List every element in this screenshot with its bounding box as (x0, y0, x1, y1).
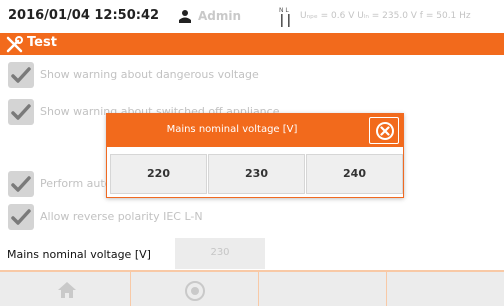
mains-voltage-field[interactable]: 230 (175, 238, 265, 269)
option-230-button[interactable]: 230 (208, 154, 305, 194)
option-label: 230 (245, 167, 268, 180)
checkmark-icon (11, 67, 31, 83)
option-label: 240 (343, 167, 366, 180)
home-icon[interactable] (56, 280, 78, 300)
checkbox[interactable] (8, 62, 34, 88)
user-name: Admin (198, 9, 242, 23)
bottom-toolbar (0, 270, 504, 306)
close-button[interactable] (369, 117, 399, 144)
dialog-header: Mains nominal voltage [V] (107, 114, 403, 147)
checkbox[interactable] (8, 99, 34, 125)
checkmark-icon (11, 104, 31, 120)
setting-label: Show warning about dangerous voltage (40, 68, 259, 81)
user-icon (178, 8, 192, 23)
tools-icon (6, 36, 23, 53)
mains-voltage-label: Mains nominal voltage [V] (7, 248, 151, 261)
voltage-select-dialog: Mains nominal voltage [V] 220 230 240 (106, 113, 404, 198)
option-220-button[interactable]: 220 (110, 154, 207, 194)
measurement-readout: Uₙₚₑ = 0.6 V Uₗₙ = 235.0 V f = 50.1 Hz (300, 11, 471, 21)
close-icon (376, 122, 394, 140)
ok-icon[interactable] (184, 280, 206, 302)
toolbar-divider (258, 272, 259, 306)
setting-label: Allow reverse polarity IEC L-N (40, 210, 203, 223)
option-240-button[interactable]: 240 (306, 154, 403, 194)
checkbox[interactable] (8, 171, 34, 197)
dialog-title: Mains nominal voltage [V] (166, 124, 298, 135)
status-bar: 2016/01/04 12:50:42 Admin N L Uₙₚₑ = 0.6… (0, 0, 504, 33)
toolbar-divider (130, 272, 131, 306)
datetime: 2016/01/04 12:50:42 (8, 8, 160, 23)
checkmark-icon (11, 176, 31, 192)
title-bar: Test (0, 33, 504, 55)
svg-text:N L: N L (279, 7, 289, 14)
checkmark-icon (11, 209, 31, 225)
toolbar-divider (386, 272, 387, 306)
mains-voltage-value: 230 (210, 247, 230, 258)
checkbox[interactable] (8, 204, 34, 230)
nl-terminal-icon: N L (278, 4, 294, 28)
option-label: 220 (147, 167, 170, 180)
page-title: Test (27, 35, 57, 50)
